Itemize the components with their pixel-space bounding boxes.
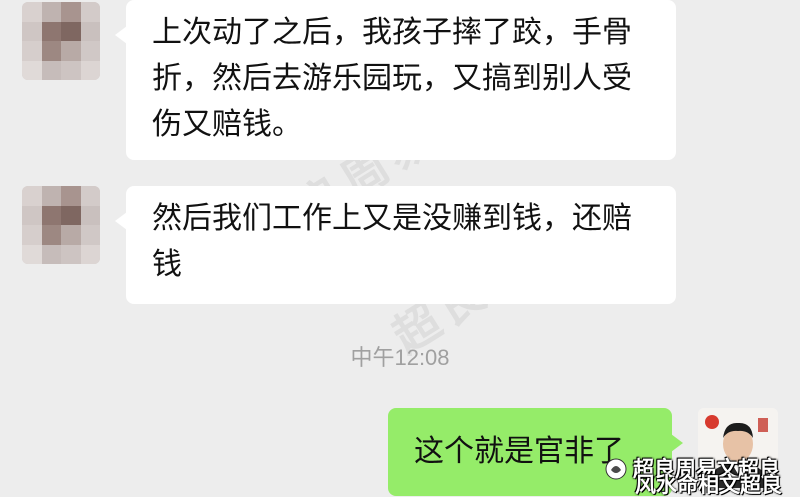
wechat-official-account-icon bbox=[605, 458, 627, 480]
source-subtitle: 风水命相文超良 bbox=[635, 473, 782, 497]
contact-avatar-icon[interactable] bbox=[22, 2, 100, 80]
message-bubble-outgoing[interactable]: 这个就是官非了 bbox=[388, 408, 683, 496]
message-bubble-incoming[interactable]: 然后我们工作上又是没赚到钱，还赔钱 bbox=[115, 186, 676, 304]
message-text: 上次动了之后，我孩子摔了跤，手骨折，然后去游乐园玩，又搞到别人受伤又赔钱。 bbox=[152, 15, 632, 142]
timestamp: 中午12:08 bbox=[350, 345, 450, 370]
message-bubble-incoming[interactable]: 上次动了之后，我孩子摔了跤，手骨折，然后去游乐园玩，又搞到别人受伤又赔钱。 bbox=[115, 0, 676, 160]
message-text: 然后我们工作上又是没赚到钱，还赔钱 bbox=[152, 201, 632, 282]
contact-avatar-icon[interactable] bbox=[22, 186, 100, 264]
message-text: 这个就是官非了 bbox=[414, 434, 624, 469]
